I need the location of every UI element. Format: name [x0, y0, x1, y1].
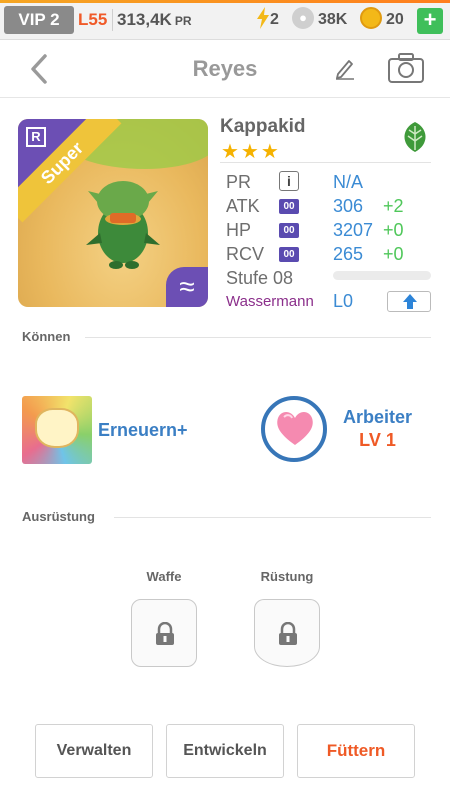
stage-progress-bar — [333, 271, 431, 280]
paw-counter[interactable]: ● 38K — [292, 6, 347, 34]
paw-value: 38K — [318, 11, 348, 28]
stat-tag-atk[interactable]: 00 — [279, 199, 299, 214]
name-divider — [220, 162, 431, 163]
power-value: 313,4K — [117, 10, 172, 29]
zodiac-level: L0 — [333, 291, 354, 311]
coin-icon — [360, 6, 382, 29]
stat-value-pr: N/A — [333, 172, 364, 192]
stat-value-hp: 3207 — [333, 220, 374, 240]
stat-label-rcv: RCV — [226, 244, 265, 264]
monster-portrait[interactable]: R Super ≈ — [18, 119, 208, 307]
stat-label-atk: ATK — [226, 196, 260, 216]
star-rating: ★★★ — [221, 141, 281, 163]
energy-counter[interactable]: 2 — [256, 6, 279, 34]
coin-value: 20 — [386, 11, 404, 28]
equipment-divider — [114, 517, 431, 518]
weapon-slot-label: Waffe — [146, 569, 182, 584]
energy-value: 2 — [270, 11, 279, 28]
power-unit: PR — [174, 14, 192, 28]
water-element-icon: ≈ — [166, 267, 208, 307]
job-level: LV 1 — [359, 430, 396, 450]
status-bar: VIP 2 L55 313,4K PR 2 ● 38K 20 + — [0, 0, 450, 40]
stat-value-atk: 306 — [333, 196, 364, 216]
stat-value-rcv: 265 — [333, 244, 364, 264]
monster-name: Kappakid — [220, 116, 306, 137]
stat-bonus-hp: +0 — [383, 220, 404, 240]
evolve-button[interactable]: Entwickeln — [166, 724, 284, 778]
abilities-divider — [85, 337, 431, 338]
feed-button[interactable]: Füttern — [297, 724, 415, 778]
lightning-icon — [257, 6, 269, 29]
status-accent-line — [0, 0, 450, 3]
armor-slot-label: Rüstung — [260, 569, 314, 584]
player-level: L55 — [78, 10, 108, 29]
power-rating: 313,4K PR — [117, 6, 192, 34]
zodiac-sign: Wassermann — [226, 293, 314, 310]
cat-face-icon — [35, 408, 79, 448]
page-header: Reyes — [0, 40, 450, 98]
lock-icon — [279, 622, 297, 645]
coin-counter[interactable]: 20 — [360, 6, 404, 34]
manage-button[interactable]: Verwalten — [35, 724, 153, 778]
rank-badge: R — [26, 127, 46, 147]
leaf-icon — [404, 122, 426, 152]
stat-bonus-rcv: +0 — [383, 244, 404, 264]
page-title: Reyes — [192, 56, 258, 81]
camera-icon[interactable] — [387, 52, 425, 84]
stat-tag-rcv[interactable]: 00 — [279, 247, 299, 262]
add-coins-button[interactable]: + — [417, 8, 443, 34]
stat-label-hp: HP — [226, 220, 252, 240]
stat-bonus-atk: +2 — [383, 196, 404, 216]
lock-icon — [156, 622, 174, 645]
vip-badge[interactable]: VIP 2 — [4, 6, 74, 34]
stage-label: Stufe 08 — [226, 268, 294, 288]
info-icon[interactable]: i — [279, 171, 299, 191]
job-name[interactable]: Arbeiter — [330, 407, 425, 428]
paw-icon: ● — [292, 6, 314, 29]
skill-name[interactable]: Erneuern+ — [98, 420, 188, 441]
upgrade-zodiac-button[interactable] — [387, 291, 431, 312]
status-divider — [112, 9, 113, 31]
armor-slot[interactable] — [254, 599, 320, 667]
skill-icon[interactable] — [22, 396, 92, 464]
equipment-section-label: Ausrüstung — [22, 509, 95, 524]
abilities-section-label: Können — [22, 329, 71, 344]
heart-icon — [277, 412, 313, 445]
edit-icon[interactable] — [334, 56, 356, 80]
weapon-slot[interactable] — [131, 599, 197, 667]
stat-tag-hp[interactable]: 00 — [279, 223, 299, 238]
arrow-up-stem — [407, 301, 413, 309]
stat-label-pr: PR — [226, 172, 252, 192]
